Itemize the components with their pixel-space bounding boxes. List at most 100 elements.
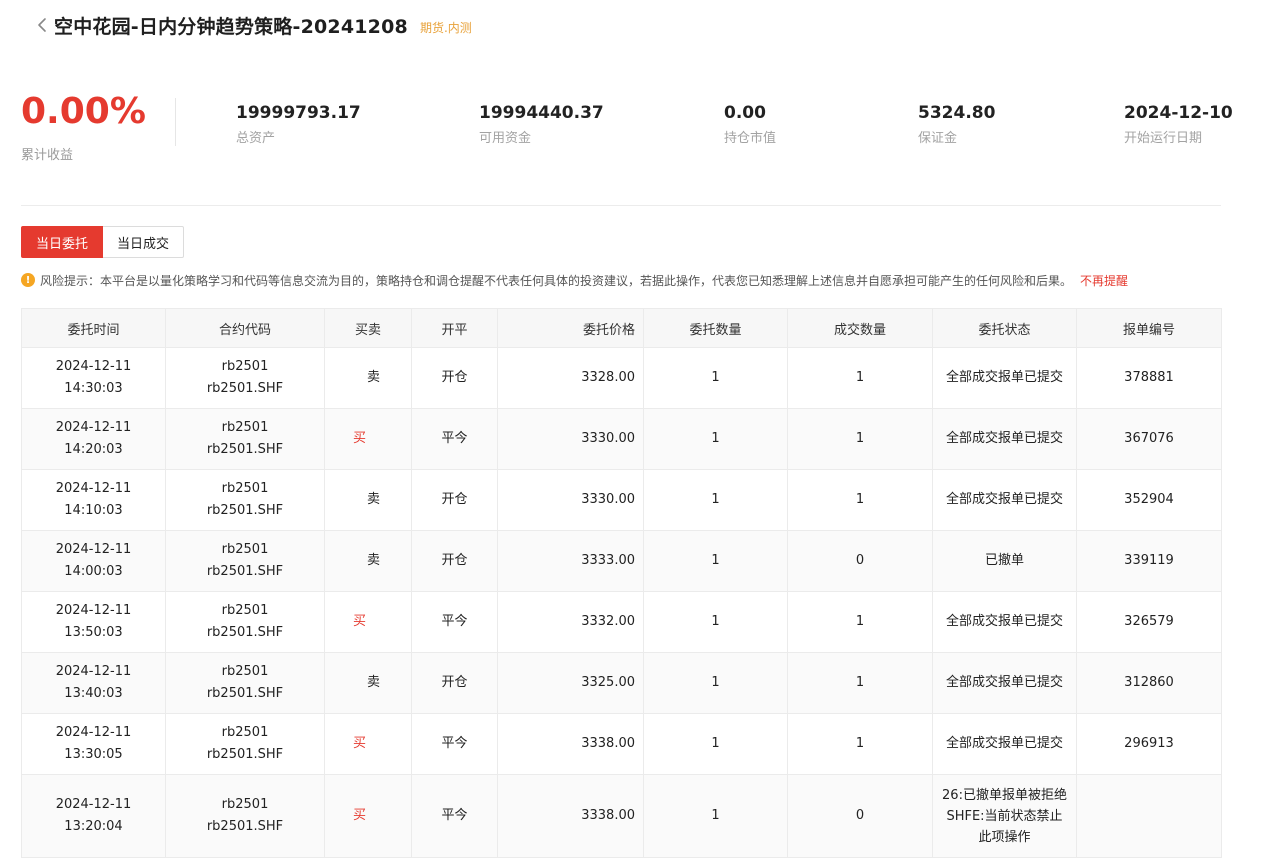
col-header-status[interactable]: 委托状态 xyxy=(932,308,1077,348)
col-header-offset[interactable]: 开平 xyxy=(411,308,498,348)
order-time: 14:30:03 xyxy=(64,381,123,396)
contract-code: rb2501 xyxy=(221,359,269,374)
stat-position-value: 0.00 持仓市值 xyxy=(724,102,776,146)
order-time: 13:40:03 xyxy=(64,686,123,701)
status-line: 全部成交报单已提交 xyxy=(945,614,1063,629)
cell-order-time: 2024-12-11 13:30:05 xyxy=(21,713,166,775)
cell-qty: 1 xyxy=(643,347,788,409)
order-date: 2024-12-11 xyxy=(55,359,132,374)
status-line: 此项操作 xyxy=(978,829,1031,845)
exclamation-icon: ! xyxy=(21,273,35,287)
stat-value: 5324.80 xyxy=(918,103,996,123)
back-chevron-icon[interactable] xyxy=(32,12,52,38)
stat-value: 0.00 xyxy=(724,103,766,123)
tab-today-trades[interactable]: 当日成交 xyxy=(103,226,185,258)
stat-available-funds: 19994440.37 可用资金 xyxy=(479,102,604,146)
cell-side: 买 xyxy=(324,408,412,470)
cell-order-time: 2024-12-11 14:10:03 xyxy=(21,469,166,531)
order-time: 13:30:05 xyxy=(64,747,123,762)
cell-contract: rb2501 rb2501.SHF xyxy=(165,469,325,531)
col-header-side[interactable]: 买卖 xyxy=(324,308,412,348)
contract-code: rb2501 xyxy=(221,797,269,812)
cell-status: 全部成交报单已提交 xyxy=(932,652,1077,714)
contract-code: rb2501 xyxy=(221,725,269,740)
cell-contract: rb2501 rb2501.SHF xyxy=(165,408,325,470)
contract-full-code: rb2501.SHF xyxy=(206,819,284,834)
cell-price: 3332.00 xyxy=(497,591,644,653)
risk-notice-text: 风险提示：本平台是以量化策略学习和代码等信息交流为目的，策略持仓和调仓提醒不代表… xyxy=(40,273,1073,288)
cell-offset: 开仓 xyxy=(411,347,498,409)
col-header-order-time[interactable]: 委托时间 xyxy=(21,308,166,348)
contract-full-code: rb2501.SHF xyxy=(206,625,284,640)
stat-total-assets: 19999793.17 总资产 xyxy=(236,102,361,146)
account-stats: 0.00% 累计收益 19999793.17 总资产 19994440.37 可… xyxy=(21,90,1233,170)
cell-filled: 1 xyxy=(787,713,933,775)
stat-label: 开始运行日期 xyxy=(1124,131,1203,146)
cell-filled: 0 xyxy=(787,530,933,592)
cell-side: 卖 xyxy=(324,469,412,531)
table-row: 2024-12-11 13:50:03 rb2501 rb2501.SHF 买平今 333… xyxy=(21,591,1222,653)
cell-filled: 1 xyxy=(787,652,933,714)
orders-table: 委托时间 合约代码 买卖 开平 委托价格 委托数量 成交数量 委托状态 报单编号… xyxy=(21,308,1222,858)
cell-order-time: 2024-12-11 13:20:04 xyxy=(21,774,166,858)
cell-status: 26:已撤单报单被拒绝 SHFE:当前状态禁止 此项操作 xyxy=(932,774,1077,858)
contract-full-code: rb2501.SHF xyxy=(206,564,284,579)
cell-contract: rb2501 rb2501.SHF xyxy=(165,774,325,858)
order-date: 2024-12-11 xyxy=(55,542,132,557)
cell-order-id: 296913 xyxy=(1076,713,1222,775)
table-row: 2024-12-11 13:20:04 rb2501 rb2501.SHF 买平今 333… xyxy=(21,774,1222,858)
cell-order-id: 352904 xyxy=(1076,469,1222,531)
status-line: SHFE:当前状态禁止 xyxy=(946,808,1063,824)
contract-code: rb2501 xyxy=(221,664,269,679)
stat-value: 19994440.37 xyxy=(479,103,604,123)
col-header-price[interactable]: 委托价格 xyxy=(497,308,644,348)
stat-start-date: 2024-12-10 开始运行日期 xyxy=(1124,102,1233,146)
cell-order-time: 2024-12-11 14:30:03 xyxy=(21,347,166,409)
cell-filled: 1 xyxy=(787,408,933,470)
contract-full-code: rb2501.SHF xyxy=(206,503,284,518)
cumulative-return: 0.00% 累计收益 xyxy=(21,90,146,163)
order-time: 14:10:03 xyxy=(64,503,123,518)
col-header-contract[interactable]: 合约代码 xyxy=(165,308,325,348)
col-header-order-id[interactable]: 报单编号 xyxy=(1076,308,1222,348)
cell-price: 3330.00 xyxy=(497,469,644,531)
order-date: 2024-12-11 xyxy=(55,664,132,679)
status-line: 全部成交报单已提交 xyxy=(945,675,1063,690)
order-date: 2024-12-11 xyxy=(55,725,132,740)
dismiss-risk-link[interactable]: 不再提醒 xyxy=(1080,272,1128,289)
cell-contract: rb2501 rb2501.SHF xyxy=(165,652,325,714)
cell-qty: 1 xyxy=(643,530,788,592)
cell-side: 买 xyxy=(324,713,412,775)
cumulative-return-label: 累计收益 xyxy=(21,148,74,163)
cell-qty: 1 xyxy=(643,652,788,714)
table-row: 2024-12-11 14:00:03 rb2501 rb2501.SHF 卖开仓 333… xyxy=(21,530,1222,592)
cell-status: 全部成交报单已提交 xyxy=(932,347,1077,409)
cell-side: 卖 xyxy=(324,530,412,592)
cell-offset: 平今 xyxy=(411,774,498,858)
stat-label: 持仓市值 xyxy=(724,131,777,146)
cell-qty: 1 xyxy=(643,469,788,531)
cell-filled: 0 xyxy=(787,774,933,858)
order-date: 2024-12-11 xyxy=(55,603,132,618)
contract-code: rb2501 xyxy=(221,481,269,496)
table-row: 2024-12-11 14:20:03 rb2501 rb2501.SHF 买平今 333… xyxy=(21,408,1222,470)
cumulative-return-value: 0.00% xyxy=(21,91,146,132)
contract-full-code: rb2501.SHF xyxy=(206,442,284,457)
cell-status: 全部成交报单已提交 xyxy=(932,469,1077,531)
stat-label: 总资产 xyxy=(236,131,276,146)
order-time: 14:20:03 xyxy=(64,442,123,457)
col-header-qty[interactable]: 委托数量 xyxy=(643,308,788,348)
cell-price: 3330.00 xyxy=(497,408,644,470)
contract-full-code: rb2501.SHF xyxy=(206,686,284,701)
cell-price: 3328.00 xyxy=(497,347,644,409)
cell-order-id: 378881 xyxy=(1076,347,1222,409)
col-header-filled[interactable]: 成交数量 xyxy=(787,308,933,348)
tab-today-orders[interactable]: 当日委托 xyxy=(21,226,104,258)
cell-status: 已撤单 xyxy=(932,530,1077,592)
cell-price: 3333.00 xyxy=(497,530,644,592)
cell-order-time: 2024-12-11 14:00:03 xyxy=(21,530,166,592)
order-time: 13:50:03 xyxy=(64,625,123,640)
cell-qty: 1 xyxy=(643,774,788,858)
cell-filled: 1 xyxy=(787,347,933,409)
table-row: 2024-12-11 14:30:03 rb2501 rb2501.SHF 卖开仓 332… xyxy=(21,347,1222,409)
